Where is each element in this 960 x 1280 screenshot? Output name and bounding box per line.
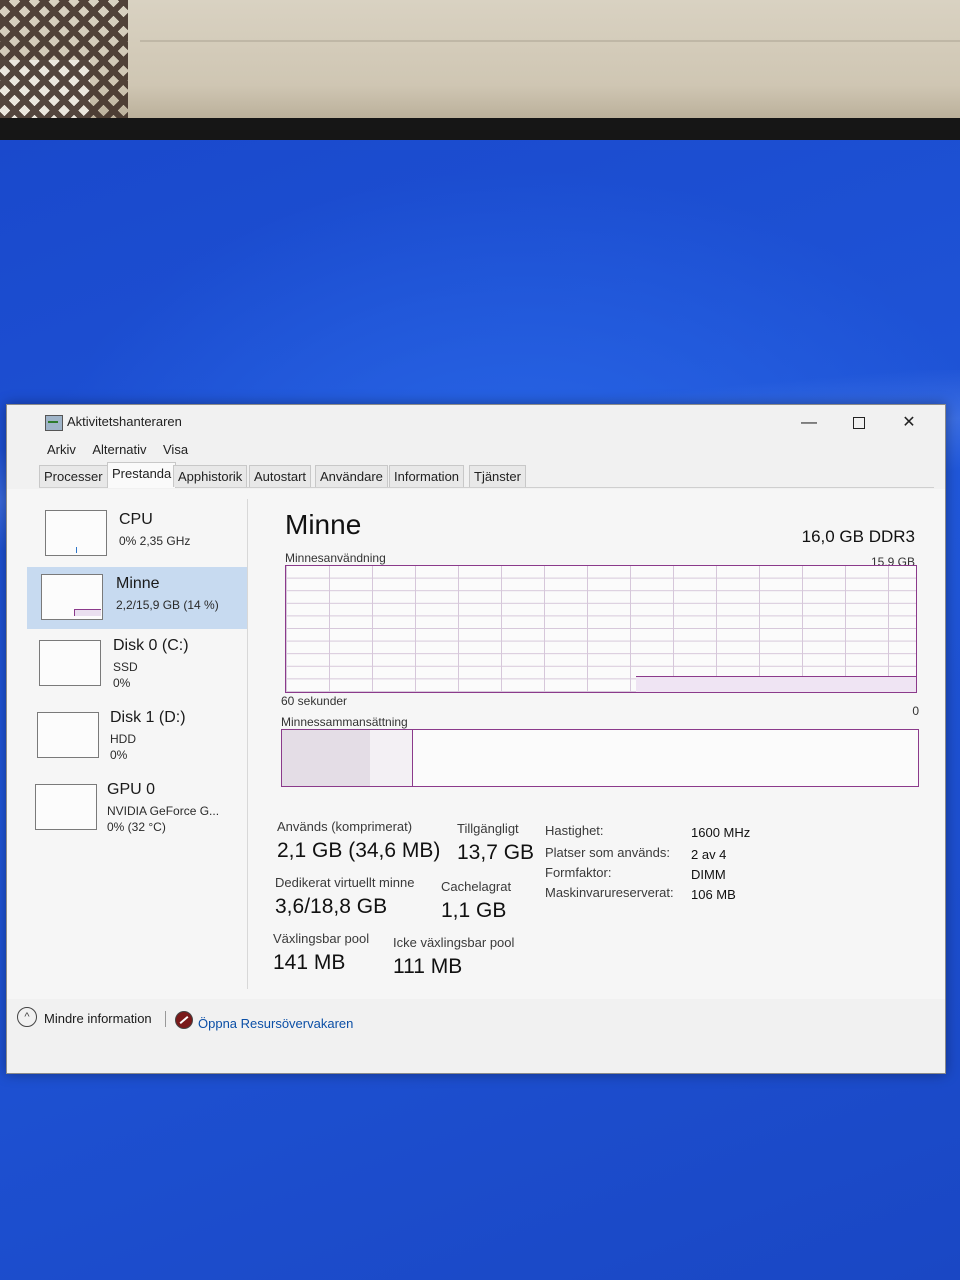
open-resource-monitor-link[interactable]: Öppna Resursövervakaren (198, 1016, 353, 1031)
resource-sidebar: CPU 0% 2,35 GHz Minne 2,2/15,9 GB (14 %)… (27, 499, 248, 989)
sidebar-item-cpu[interactable]: CPU 0% 2,35 GHz (27, 503, 247, 565)
sidebar-item-disk0[interactable]: Disk 0 (C:) SSD 0% (27, 633, 247, 695)
sidebar-item-detail: HDD (110, 732, 136, 746)
graph-zero-label: 0 (912, 704, 919, 718)
photo-wall-line (140, 40, 960, 42)
usage-graph-label: Minnesanvändning (285, 551, 386, 565)
speed-label: Hastighet: (545, 823, 604, 838)
usage-graph-fill (636, 676, 916, 692)
sidebar-item-detail: 0% (110, 748, 128, 762)
menu-bar: Arkiv Alternativ Visa (41, 439, 194, 461)
photo-lamp-lattice (0, 0, 128, 120)
cached-value: 1,1 GB (441, 899, 507, 922)
sidebar-item-detail: 0% (113, 676, 131, 690)
performance-panel: CPU 0% 2,35 GHz Minne 2,2/15,9 GB (14 %)… (7, 489, 945, 999)
footer-bar: ^ Mindre information Öppna Resursövervak… (7, 1003, 945, 1043)
photo-background-room (0, 0, 960, 122)
sidebar-item-detail: SSD (113, 660, 138, 674)
in-use-label: Används (komprimerat) (277, 819, 413, 834)
disk1-thumbnail-graph (37, 712, 99, 758)
tab-anvandare[interactable]: Användare (315, 465, 388, 487)
composition-modified (370, 730, 413, 786)
tab-prestanda[interactable]: Prestanda (107, 462, 177, 488)
maximize-button[interactable] (839, 410, 879, 436)
sidebar-item-disk1[interactable]: Disk 1 (D:) HDD 0% (27, 705, 247, 767)
sidebar-item-label: Disk 0 (C:) (113, 637, 189, 654)
memory-composition-bar (281, 729, 919, 787)
paged-pool-value: 141 MB (273, 951, 346, 974)
memory-usage-graph (285, 565, 917, 693)
tab-tjanster[interactable]: Tjänster (469, 465, 526, 487)
sidebar-item-detail: NVIDIA GeForce G... (107, 804, 220, 818)
sidebar-item-gpu0[interactable]: GPU 0 NVIDIA GeForce G... 0% (32 °C) (27, 777, 247, 839)
resource-monitor-icon[interactable] (175, 1011, 193, 1029)
form-factor-label: Formfaktor: (545, 865, 612, 880)
composition-label: Minnessammansättning (281, 715, 408, 729)
tab-apphistorik[interactable]: Apphistorik (173, 465, 248, 487)
memory-details: Minne 16,0 GB DDR3 Minnesanvändning 15,9… (271, 501, 921, 991)
tab-autostart[interactable]: Autostart (249, 465, 312, 487)
speed-value: 1600 MHz (691, 825, 751, 840)
sidebar-item-label: GPU 0 (107, 781, 156, 798)
sidebar-item-label: Disk 1 (D:) (110, 709, 186, 726)
task-manager-window: Aktivitetshanteraren — ✕ Arkiv Alternati… (6, 404, 946, 1074)
minimize-button[interactable]: — (789, 410, 829, 436)
maximize-icon (853, 416, 865, 429)
sidebar-item-detail: 2,2/15,9 GB (14 %) (116, 598, 219, 612)
nonpaged-pool-label: Icke växlingsbar pool (393, 935, 515, 950)
slots-label: Platser som används: (545, 845, 671, 860)
menu-visa[interactable]: Visa (157, 439, 194, 461)
close-button[interactable]: ✕ (889, 410, 929, 436)
hardware-reserved-value: 106 MB (691, 887, 736, 902)
slots-value: 2 av 4 (691, 847, 727, 862)
committed-label: Dedikerat virtuellt minne (275, 875, 415, 890)
hardware-reserved-label: Maskinvarureserverat: (545, 885, 674, 900)
sidebar-item-label: Minne (116, 575, 160, 592)
committed-value: 3,6/18,8 GB (275, 895, 388, 918)
window-title: Aktivitetshanteraren (67, 414, 182, 429)
cached-label: Cachelagrat (441, 879, 512, 894)
paged-pool-label: Växlingsbar pool (273, 931, 370, 946)
tab-processer[interactable]: Processer (39, 465, 108, 487)
page-title: Minne (285, 509, 362, 540)
form-factor-value: DIMM (691, 867, 726, 882)
menu-arkiv[interactable]: Arkiv (41, 439, 82, 461)
cpu-thumbnail-graph (45, 510, 107, 556)
memory-thumbnail-graph (41, 574, 103, 620)
gpu0-thumbnail-graph (35, 784, 97, 830)
in-use-value: 2,1 GB (34,6 MB) (277, 839, 441, 862)
nonpaged-pool-value: 111 MB (393, 955, 463, 978)
sidebar-item-detail: 0% 2,35 GHz (119, 534, 191, 548)
graph-time-label: 60 sekunder (281, 694, 348, 708)
chevron-up-icon[interactable]: ^ (17, 1007, 37, 1027)
title-bar[interactable]: Aktivitetshanteraren — ✕ (7, 405, 945, 439)
sidebar-item-label: CPU (119, 511, 153, 528)
tab-information[interactable]: Information (389, 465, 465, 487)
available-value: 13,7 GB (457, 841, 535, 864)
footer-divider (165, 1011, 166, 1027)
tab-bar: Processer Prestanda Apphistorik Autostar… (39, 462, 934, 488)
fewer-details-button[interactable]: Mindre information (44, 1011, 152, 1026)
menu-alternativ[interactable]: Alternativ (86, 439, 152, 461)
memory-spec: 16,0 GB DDR3 (801, 527, 915, 546)
task-manager-icon (45, 415, 63, 431)
sidebar-item-minne[interactable]: Minne 2,2/15,9 GB (14 %) (27, 567, 247, 629)
composition-in-use (282, 730, 371, 786)
available-label: Tillgängligt (457, 821, 519, 836)
disk0-thumbnail-graph (39, 640, 101, 686)
sidebar-item-detail: 0% (32 °C) (107, 820, 166, 834)
